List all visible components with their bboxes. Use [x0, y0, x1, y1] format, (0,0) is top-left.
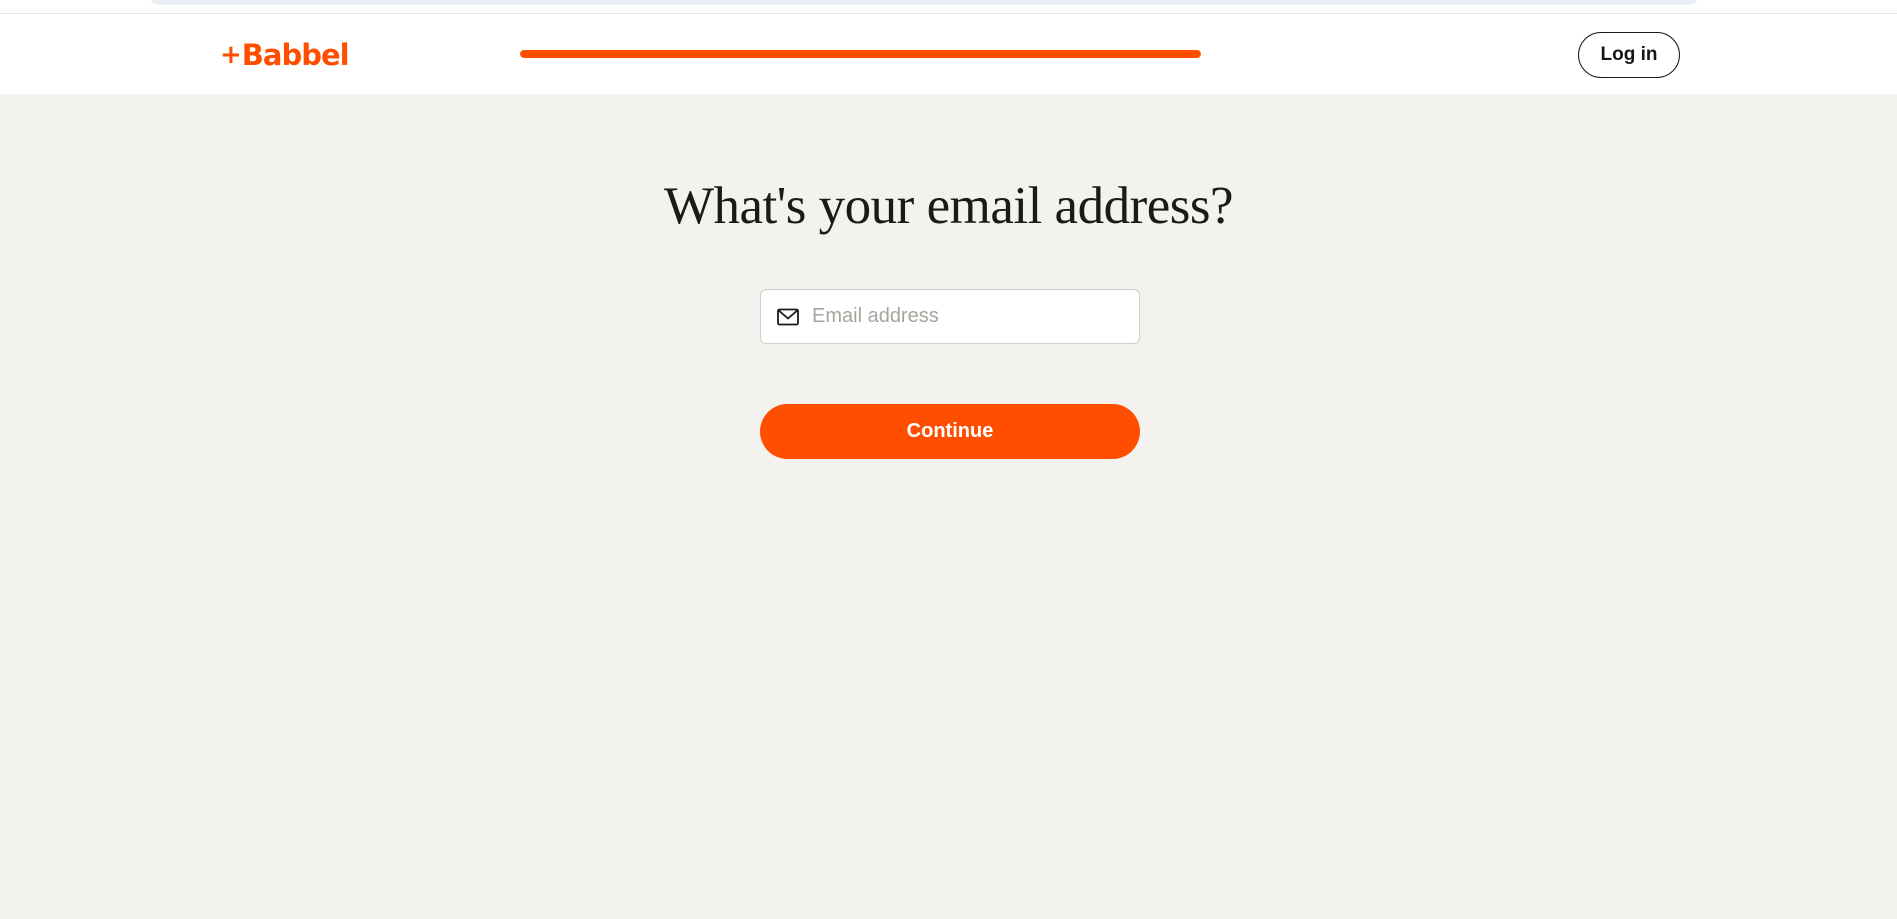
browser-address-bar-edge — [148, 0, 1700, 5]
top-bar: + Babbel Log in — [0, 14, 1897, 94]
continue-button[interactable]: Continue — [760, 404, 1140, 459]
email-field[interactable] — [760, 289, 1140, 344]
signup-progress-fill — [520, 50, 1201, 58]
email-input[interactable] — [812, 305, 1112, 328]
mail-icon — [777, 308, 799, 326]
login-button[interactable]: Log in — [1578, 32, 1680, 78]
logo-plus-mark: + — [220, 40, 242, 70]
babbel-logo[interactable]: + Babbel — [220, 38, 350, 72]
page-title: What's your email address? — [663, 177, 1234, 235]
browser-top-strip — [0, 0, 1897, 14]
logo-wordmark: Babbel — [241, 38, 350, 72]
main-content: What's your email address? Continue — [0, 94, 1897, 919]
signup-progress-bar — [520, 50, 1201, 58]
